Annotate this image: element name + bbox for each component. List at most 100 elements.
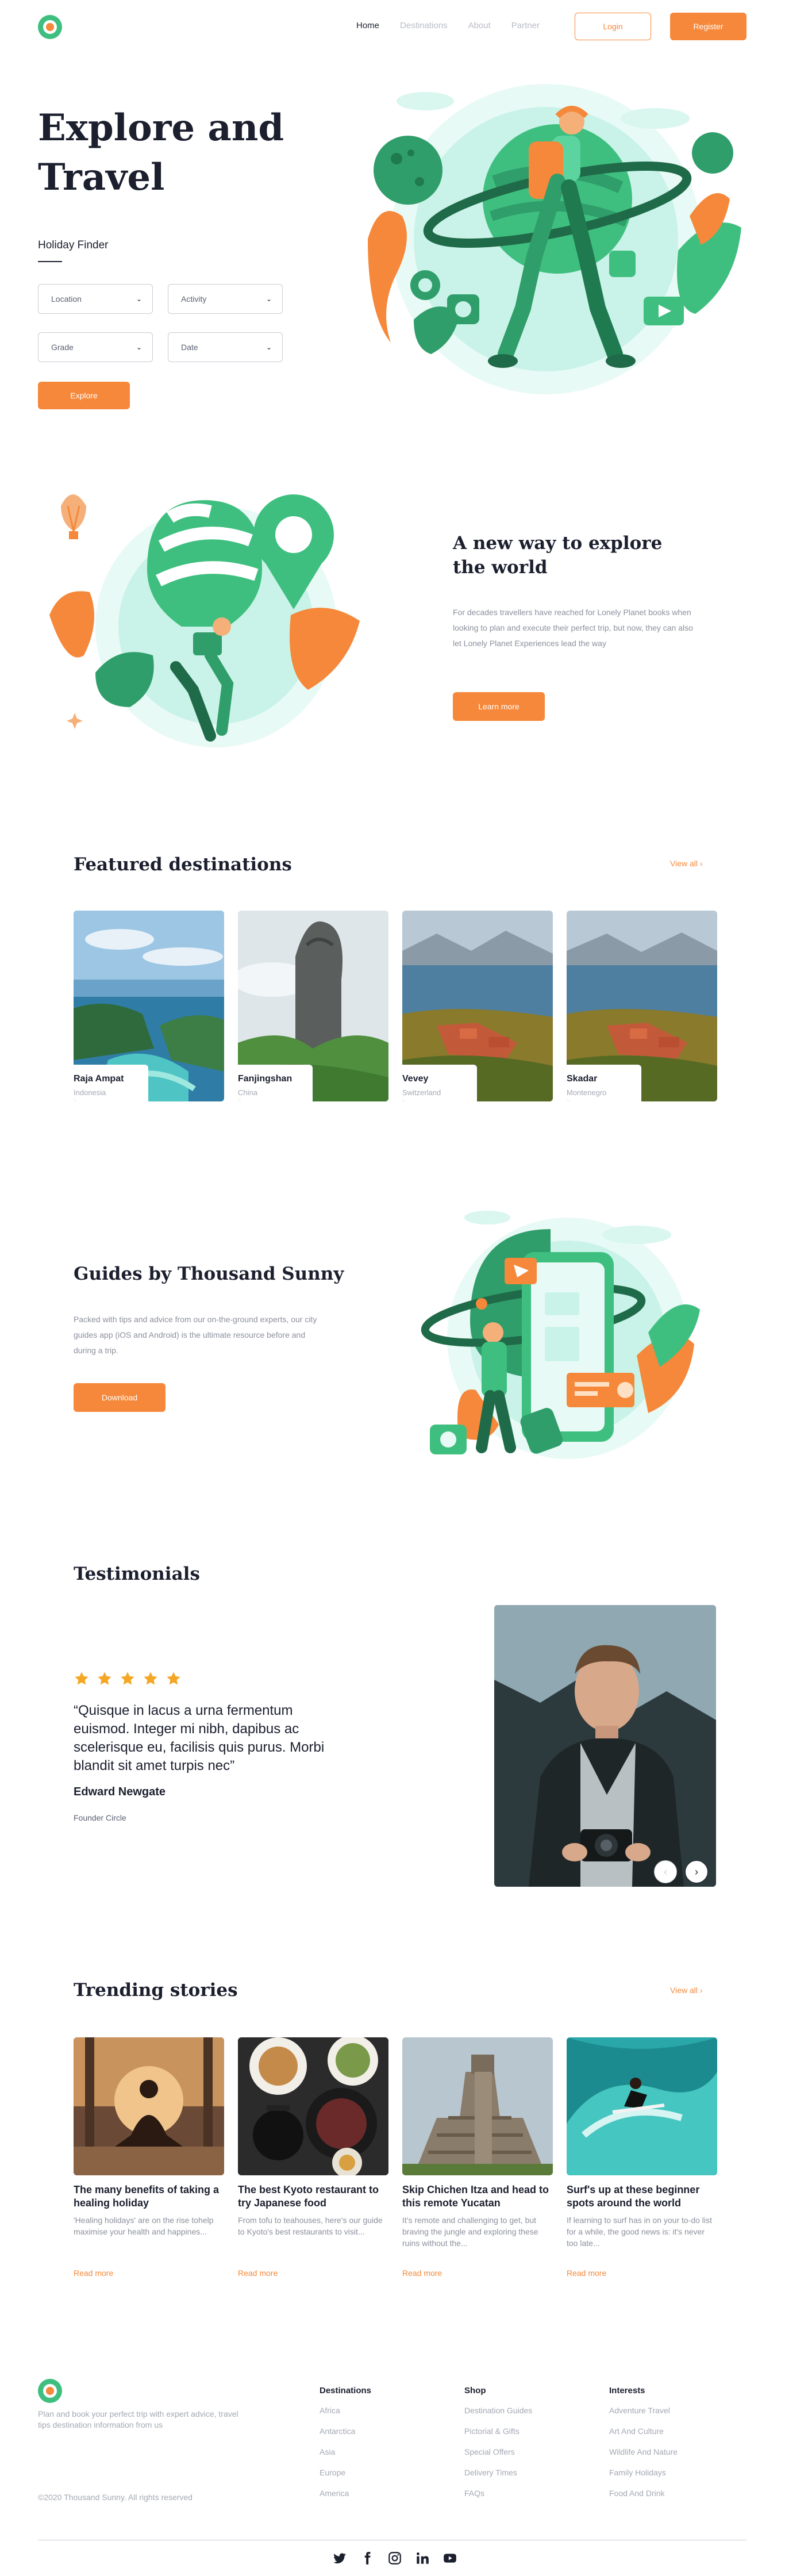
stories-view-all-link[interactable]: View all › <box>670 1986 703 1995</box>
youtube-icon[interactable] <box>442 2551 457 2566</box>
nav-about[interactable]: About <box>468 21 491 30</box>
story-image <box>402 2037 553 2175</box>
star-icon <box>121 1672 134 1685</box>
story-title[interactable]: The best Kyoto restaurant to try Japanes… <box>238 2183 388 2210</box>
star-icon <box>98 1672 111 1685</box>
top-navigation: Home Destinations About Partner Login Re… <box>0 0 785 52</box>
footer-brand-logo[interactable] <box>38 2379 62 2403</box>
story-card[interactable]: Surf's up at these beginner spots around… <box>567 2037 717 2278</box>
footer-link[interactable]: Africa <box>320 2406 371 2427</box>
story-title[interactable]: Skip Chichen Itza and head to this remot… <box>402 2183 553 2210</box>
footer-link[interactable]: Pictorial & Gifts <box>464 2427 532 2447</box>
chevron-right-icon: › <box>699 1986 703 1995</box>
footer-column-title: Destinations <box>320 2386 372 2395</box>
footer-link[interactable]: America <box>320 2489 371 2509</box>
footer-link[interactable]: Art And Culture <box>609 2427 678 2447</box>
story-image <box>567 2037 717 2175</box>
location-select[interactable]: Location ⌄ <box>38 284 153 314</box>
story-image <box>238 2037 388 2175</box>
chevron-down-icon: ⌄ <box>136 295 142 303</box>
story-card[interactable]: The many benefits of taking a healing ho… <box>74 2037 224 2278</box>
guides-app-illustration <box>421 1211 700 1459</box>
download-button[interactable]: Download <box>74 1383 166 1412</box>
destination-country: Switzerland <box>402 1088 441 1097</box>
footer-link[interactable]: Wildlife And Nature <box>609 2447 678 2468</box>
chevron-down-icon: ⌄ <box>265 295 272 303</box>
testimonial-portrait <box>494 1605 716 1887</box>
footer-description: Plan and book your perfect trip with exp… <box>38 2409 238 2429</box>
read-more-link[interactable]: Read more <box>402 2268 553 2278</box>
footer-link[interactable]: Destination Guides <box>464 2406 532 2427</box>
chevron-left-icon: ‹ <box>664 1865 667 1878</box>
destination-card[interactable]: Fanjingshan China <box>238 911 388 1101</box>
brand-logo[interactable] <box>38 15 62 39</box>
about-body: For decades travellers have reached for … <box>453 608 693 648</box>
date-select-value: Date <box>181 343 198 352</box>
testimonial-prev-button[interactable]: ‹ <box>654 1860 677 1883</box>
read-more-link[interactable]: Read more <box>567 2268 717 2278</box>
guides-body: Packed with tips and advice from our on-… <box>74 1315 317 1355</box>
nav-links: Home Destinations About Partner <box>356 21 540 30</box>
destination-card[interactable]: Vevey Switzerland <box>402 911 553 1101</box>
story-title[interactable]: The many benefits of taking a healing ho… <box>74 2183 224 2210</box>
stories-view-all-label: View all <box>670 1986 698 1995</box>
hero-title: Explore and Travel <box>38 103 302 202</box>
story-image <box>74 2037 224 2175</box>
destination-card[interactable]: Raja Ampat Indonesia <box>74 911 224 1101</box>
footer-link[interactable]: Family Holidays <box>609 2468 678 2489</box>
learn-more-button[interactable]: Learn more <box>453 692 545 721</box>
footer-link[interactable]: Special Offers <box>464 2447 532 2468</box>
star-icon <box>167 1672 180 1685</box>
footer-link[interactable]: Adventure Travel <box>609 2406 678 2427</box>
story-photo <box>238 2037 388 2175</box>
holiday-finder-underline <box>38 261 62 262</box>
footer-column-title: Interests <box>609 2386 645 2395</box>
footer-link[interactable]: Food And Drink <box>609 2489 678 2509</box>
testimonial-next-button[interactable]: › <box>685 1860 708 1883</box>
read-more-link[interactable]: Read more <box>74 2268 224 2278</box>
star-icon <box>75 1672 88 1685</box>
footer-link[interactable]: Asia <box>320 2447 371 2468</box>
story-excerpt: 'Healing holidays' are on the rise tohel… <box>74 2216 214 2236</box>
grade-select[interactable]: Grade ⌄ <box>38 332 153 362</box>
nav-destinations[interactable]: Destinations <box>400 21 448 30</box>
destination-card[interactable]: Skadar Montenegro <box>567 911 717 1101</box>
activity-select[interactable]: Activity ⌄ <box>168 284 283 314</box>
destination-label: Fanjingshan China <box>238 1065 313 1101</box>
hero-traveller-illustration <box>368 84 741 394</box>
guides-title: Guides by Thousand Sunny <box>74 1264 344 1284</box>
footer-column-title: Shop <box>464 2386 486 2395</box>
stories-title: Trending stories <box>74 1980 238 2001</box>
footer-link[interactable]: FAQs <box>464 2489 532 2509</box>
login-button[interactable]: Login <box>575 13 651 40</box>
destination-country: China <box>238 1088 257 1097</box>
instagram-icon[interactable] <box>387 2551 402 2566</box>
register-button[interactable]: Register <box>670 13 746 40</box>
location-select-value: Location <box>51 294 82 304</box>
footer-column-interests: Interests Adventure Travel Art And Cultu… <box>609 2386 678 2509</box>
facebook-icon[interactable] <box>360 2551 375 2566</box>
footer-link[interactable]: Antarctica <box>320 2427 371 2447</box>
footer-link[interactable]: Delivery Times <box>464 2468 532 2489</box>
story-card[interactable]: The best Kyoto restaurant to try Japanes… <box>238 2037 388 2278</box>
grade-select-value: Grade <box>51 343 74 352</box>
about-title: A new way to explore the world <box>453 533 663 578</box>
explore-button[interactable]: Explore <box>38 382 130 409</box>
read-more-link[interactable]: Read more <box>238 2268 388 2278</box>
destination-name: Fanjingshan <box>238 1074 293 1084</box>
destination-country: Montenegro <box>567 1088 607 1097</box>
testimonial-author: Edward Newgate <box>74 1786 166 1798</box>
nav-partner[interactable]: Partner <box>511 21 540 30</box>
story-title[interactable]: Surf's up at these beginner spots around… <box>567 2183 717 2210</box>
testimonial-author-role: Founder Circle <box>74 1813 126 1822</box>
chevron-right-icon: › <box>695 1865 698 1878</box>
featured-view-all-link[interactable]: View all › <box>670 859 703 868</box>
footer-link[interactable]: Europe <box>320 2468 371 2489</box>
nav-home[interactable]: Home <box>356 21 379 30</box>
chevron-down-icon: ⌄ <box>265 343 272 351</box>
story-excerpt: If learning to surf has in on your to-do… <box>567 2216 712 2248</box>
twitter-icon[interactable] <box>332 2551 347 2566</box>
date-select[interactable]: Date ⌄ <box>168 332 283 362</box>
story-card[interactable]: Skip Chichen Itza and head to this remot… <box>402 2037 553 2278</box>
linkedin-icon[interactable] <box>415 2551 430 2566</box>
